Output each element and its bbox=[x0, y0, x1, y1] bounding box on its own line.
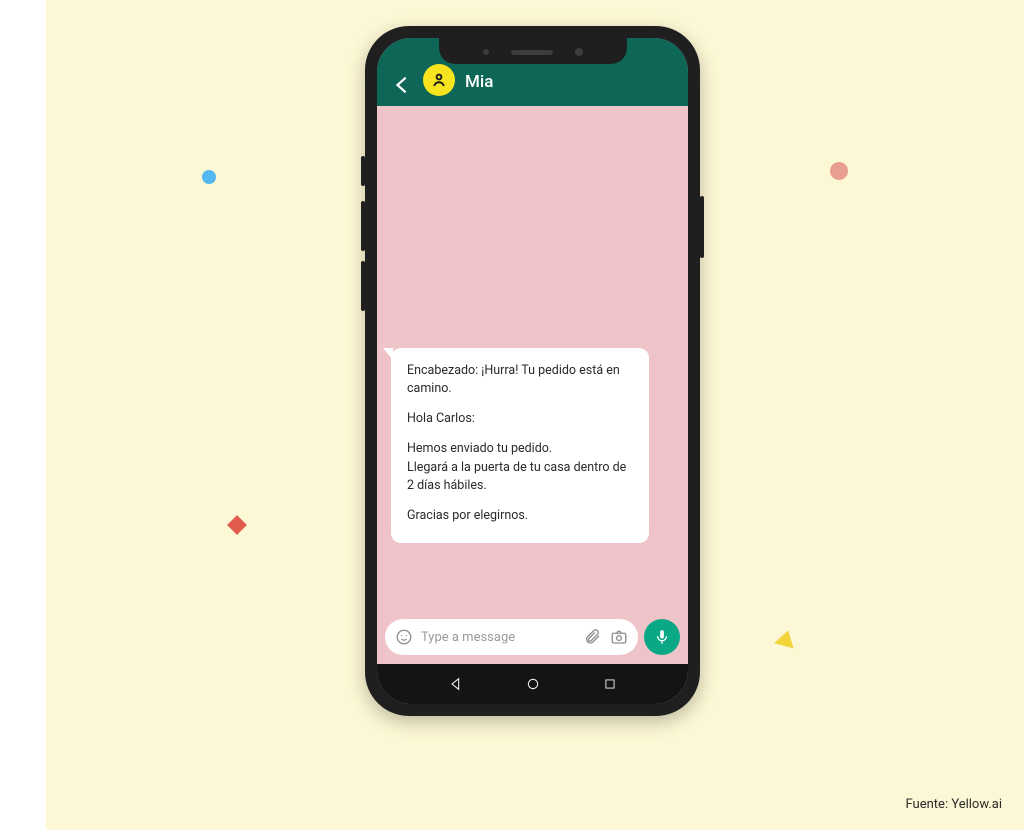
decor-dot-blue bbox=[202, 170, 216, 184]
sensor-icon bbox=[483, 49, 489, 55]
avatar[interactable] bbox=[423, 64, 455, 96]
message-greeting: Hola Carlos: bbox=[407, 410, 633, 428]
arrow-left-icon bbox=[391, 74, 413, 96]
message-input-placeholder: Type a message bbox=[421, 630, 576, 645]
attach-button[interactable] bbox=[584, 628, 602, 646]
smile-icon bbox=[395, 628, 413, 646]
message-header-line: Encabezado: ¡Hurra! Tu pedido está en ca… bbox=[407, 362, 633, 398]
phone-notch bbox=[439, 38, 627, 64]
contact-name: Mia bbox=[465, 72, 493, 96]
phone-frame: Mia Encabezado: ¡Hurra! Tu pedido está e… bbox=[365, 26, 700, 716]
back-button[interactable] bbox=[391, 74, 413, 96]
emoji-button[interactable] bbox=[395, 628, 413, 646]
nav-recent-button[interactable] bbox=[601, 675, 619, 693]
camera-button[interactable] bbox=[610, 628, 628, 646]
front-camera-icon bbox=[575, 48, 583, 56]
incoming-message-bubble: Encabezado: ¡Hurra! Tu pedido está en ca… bbox=[391, 348, 649, 543]
square-icon bbox=[603, 677, 617, 691]
person-icon bbox=[430, 71, 448, 89]
decor-dot-pink bbox=[830, 162, 848, 180]
canvas: Mia Encabezado: ¡Hurra! Tu pedido está e… bbox=[0, 0, 1024, 830]
speaker-grille bbox=[511, 50, 553, 55]
phone-side-button bbox=[361, 156, 365, 186]
nav-home-button[interactable] bbox=[524, 675, 542, 693]
decor-triangle-yellow bbox=[774, 628, 797, 649]
paperclip-icon bbox=[584, 628, 602, 646]
camera-icon bbox=[610, 628, 628, 646]
message-body-line2: Llegará a la puerta de tu casa dentro de… bbox=[407, 460, 626, 493]
phone-screen: Mia Encabezado: ¡Hurra! Tu pedido está e… bbox=[377, 38, 688, 704]
decor-diamond-red bbox=[227, 515, 247, 535]
input-row: Type a message bbox=[377, 616, 688, 664]
message-closing: Gracias por elegirnos. bbox=[407, 507, 633, 525]
source-credit: Fuente: Yellow.ai bbox=[906, 797, 1002, 812]
phone-volume-down-button bbox=[361, 261, 365, 311]
circle-icon bbox=[525, 676, 541, 692]
message-body: Hemos enviado tu pedido. Llegará a la pu… bbox=[407, 440, 633, 494]
message-body-line1: Hemos enviado tu pedido. bbox=[407, 441, 552, 456]
left-white-band bbox=[0, 0, 46, 830]
triangle-left-icon bbox=[448, 676, 464, 692]
microphone-icon bbox=[653, 628, 671, 646]
nav-back-button[interactable] bbox=[447, 675, 465, 693]
mic-button[interactable] bbox=[644, 619, 680, 655]
phone-power-button bbox=[700, 196, 704, 258]
android-navbar bbox=[377, 664, 688, 704]
chat-body[interactable]: Encabezado: ¡Hurra! Tu pedido está en ca… bbox=[377, 106, 688, 616]
phone-volume-up-button bbox=[361, 201, 365, 251]
message-input[interactable]: Type a message bbox=[385, 619, 638, 655]
